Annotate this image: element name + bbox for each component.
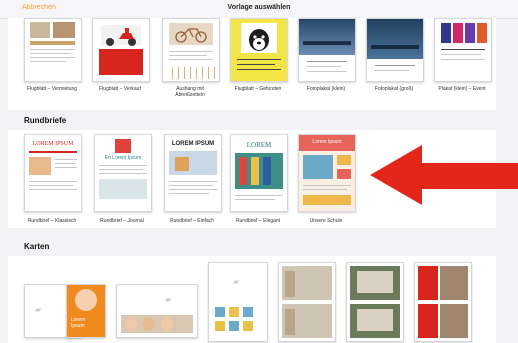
template-caption: Rundbrief – Klassisch [27,218,77,224]
template-headline: Lorem Ipsum [71,317,86,329]
template-headline: LOREM IPSUM [32,141,74,147]
template-thumbnail: En Lorem Ipsum [94,134,152,212]
dog-icon [249,29,269,51]
template-caption: Rundbrief – Einfach [170,218,214,224]
photo-placeholder-icon: ▰ [35,305,42,314]
template-thumbnail: LOREM [230,134,288,212]
template-caption: Fotoplakat (groß) [374,86,414,92]
template-thumbnail: ▰ [208,262,268,342]
template-caption: Unsere Schule [309,218,343,224]
bicycle-icon [175,28,207,43]
template-thumbnail [298,18,356,82]
template-thumbnail: Lorem Ipsum [298,134,356,212]
template-thumbnail [434,18,492,82]
template-caption: Rundbrief – Journal [100,218,144,224]
template-thumbnail [414,262,472,342]
template-thumbnail-cover: Lorem Ipsum [66,284,106,338]
header-bar: Abbrechen Vorlage auswählen [0,0,518,19]
template-headline: LOREM IPSUM [171,141,215,147]
template-headline: LOREM [246,141,272,149]
template-thumbnail [162,18,220,82]
template-caption: Rundbrief – Elegant [235,218,281,224]
template-caption: Aushang mit Abreißzetteln [175,86,205,98]
template-thumbnail: LOREM IPSUM [24,134,82,212]
template-thumbnail [230,18,288,82]
template-thumbnail: LOREM IPSUM [164,134,222,212]
template-caption: Flugblatt – Gefunden [234,86,282,92]
template-thumbnail [92,18,150,82]
template-headline: Lorem Ipsum [312,139,342,145]
template-thumbnail [366,18,424,82]
photo-placeholder-icon: ▰ [165,295,172,304]
template-caption: Flugblatt – Verkauf [99,86,141,92]
template-thumbnail [346,262,404,342]
red-arrow-annotation [370,145,518,205]
template-thumbnail [278,262,336,342]
page-title: Vorlage auswählen [227,4,291,11]
template-caption: Flugblatt – Vermietung [26,86,78,92]
template-caption: Fotoplakat (klein) [306,86,346,92]
template-thumbnail [24,18,82,82]
section-title-newsletters: Rundbriefe [24,116,67,125]
template-headline: En Lorem Ipsum [104,155,142,161]
photo-placeholder-icon: ▰ [233,277,240,286]
scooter-icon [106,28,136,46]
template-thumbnail: ▰ [116,284,198,338]
template-caption: Plakat (klein) – Event [438,86,486,92]
section-title-cards: Karten [24,242,50,251]
